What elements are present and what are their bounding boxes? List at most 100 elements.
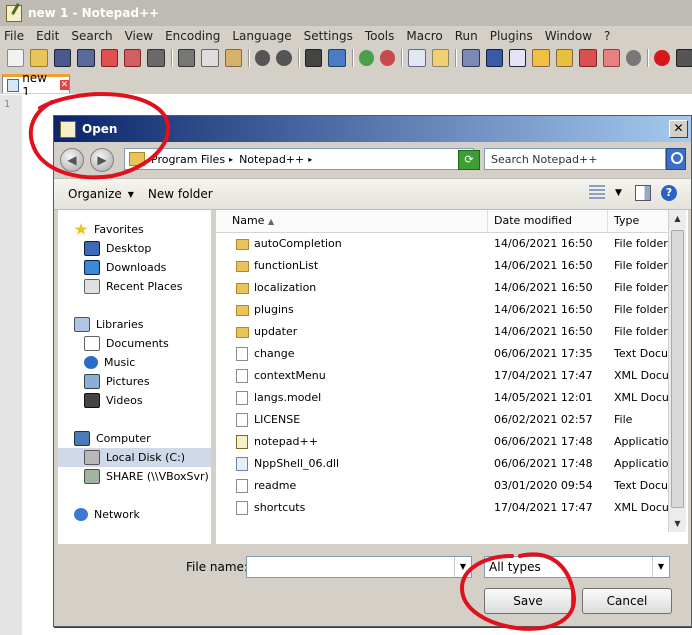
forward-arrow-icon[interactable]: ▶ — [90, 148, 114, 172]
scrollbar-thumb[interactable] — [671, 230, 684, 508]
doc-map-icon[interactable] — [532, 49, 550, 67]
menu-run[interactable]: Run — [451, 29, 482, 43]
menu-plugins[interactable]: Plugins — [486, 29, 537, 43]
menu-encoding[interactable]: Encoding — [161, 29, 224, 43]
word-wrap-icon[interactable] — [462, 49, 480, 67]
nav-documents[interactable]: Documents — [58, 334, 214, 353]
new-folder-button[interactable]: New folder — [148, 187, 213, 201]
table-row[interactable]: autoCompletion 14/06/2021 16:50 File fol… — [216, 233, 668, 255]
nav-network[interactable]: Network — [58, 505, 214, 524]
function-list-icon[interactable] — [555, 49, 574, 67]
menu-help[interactable]: ? — [600, 29, 614, 43]
dialog-close-button[interactable]: ✕ — [669, 120, 688, 138]
nav-recent-places[interactable]: Recent Places — [58, 277, 214, 296]
help-icon[interactable]: ? — [661, 185, 677, 201]
change-view-icon[interactable] — [589, 185, 605, 201]
nav-computer[interactable]: Computer — [58, 429, 214, 448]
nav-desktop[interactable]: Desktop — [58, 239, 214, 258]
sync-vertical-icon[interactable] — [408, 49, 426, 67]
menu-view[interactable]: View — [121, 29, 157, 43]
table-row[interactable]: notepad++ 06/06/2021 17:48 Application — [216, 431, 675, 453]
nav-music[interactable]: Music — [58, 353, 214, 372]
folder-workspace-icon[interactable] — [579, 49, 597, 67]
table-row[interactable]: readme 03/01/2020 09:54 Text Docume — [216, 475, 684, 497]
new-file-icon[interactable] — [7, 49, 25, 67]
pane-divider[interactable] — [211, 210, 215, 544]
file-type-select[interactable]: All types ▼ — [484, 556, 670, 578]
back-arrow-icon[interactable]: ◀ — [60, 148, 84, 172]
menu-window[interactable]: Window — [541, 29, 596, 43]
file-name-field[interactable]: ▼ — [246, 556, 472, 578]
search-icon[interactable] — [666, 148, 686, 170]
menu-search[interactable]: Search — [67, 29, 116, 43]
nav-videos[interactable]: Videos — [58, 391, 214, 410]
chevron-right-icon[interactable]: ▸ — [308, 155, 312, 164]
nav-downloads[interactable]: Downloads — [58, 258, 214, 277]
column-name[interactable]: Name ▲ — [216, 210, 488, 232]
search-input[interactable]: Search Notepad++ — [484, 148, 666, 170]
breadcrumb-program-files[interactable]: Program Files — [151, 153, 225, 166]
save-icon[interactable] — [53, 49, 72, 67]
sync-horizontal-icon[interactable] — [431, 49, 450, 67]
table-row[interactable]: updater 14/06/2021 16:50 File folder — [216, 321, 668, 343]
stop-macro-icon[interactable] — [675, 49, 692, 67]
close-all-icon[interactable] — [124, 49, 142, 67]
save-all-icon[interactable] — [77, 49, 95, 67]
paste-icon[interactable] — [224, 49, 243, 67]
monitoring-icon[interactable] — [602, 49, 620, 67]
tab-new-1[interactable]: new 1 ✕ — [2, 71, 70, 99]
nav-local-disk[interactable]: Local Disk (C:) — [58, 448, 214, 467]
chevron-down-icon[interactable]: ▼ — [128, 190, 134, 199]
find-icon[interactable] — [304, 49, 323, 67]
replace-icon[interactable] — [328, 49, 346, 67]
scroll-down-icon[interactable]: ▼ — [669, 515, 686, 532]
table-row[interactable]: langs.model 14/05/2021 12:01 XML Docume — [216, 387, 684, 409]
undo-icon[interactable] — [255, 50, 271, 66]
menu-settings[interactable]: Settings — [300, 29, 357, 43]
chevron-right-icon[interactable]: ▸ — [229, 155, 233, 164]
cancel-button[interactable]: Cancel — [582, 588, 672, 614]
scroll-up-icon[interactable]: ▲ — [669, 210, 686, 227]
nav-favorites[interactable]: Favorites — [58, 220, 214, 239]
save-button[interactable]: Save — [484, 588, 572, 614]
preview-pane-icon[interactable] — [635, 185, 651, 201]
copy-icon[interactable] — [201, 49, 219, 67]
indent-guide-icon[interactable] — [508, 49, 527, 67]
menu-macro[interactable]: Macro — [402, 29, 446, 43]
table-row[interactable]: NppShell_06.dll 06/06/2021 17:48 Applica… — [216, 453, 684, 475]
show-all-chars-icon[interactable] — [485, 49, 503, 67]
print-icon[interactable] — [147, 49, 165, 67]
table-row[interactable]: localization 14/06/2021 16:50 File folde… — [216, 277, 668, 299]
record-macro-icon[interactable] — [654, 50, 670, 66]
address-bar[interactable]: Program Files ▸ Notepad++ ▸ ▼ — [124, 148, 474, 170]
zoom-out-icon[interactable] — [379, 50, 396, 66]
table-row[interactable]: functionList 14/06/2021 16:50 File folde… — [216, 255, 668, 277]
chevron-down-icon[interactable]: ▼ — [454, 557, 471, 577]
tab-close-icon[interactable]: ✕ — [59, 80, 69, 90]
chevron-down-icon[interactable]: ▼ — [652, 557, 669, 577]
nav-pictures[interactable]: Pictures — [58, 372, 214, 391]
zoom-in-icon[interactable] — [358, 50, 374, 66]
nav-libraries[interactable]: Libraries — [58, 315, 214, 334]
organize-button[interactable]: Organize — [68, 187, 122, 201]
menu-file[interactable]: File — [0, 29, 28, 43]
menu-language[interactable]: Language — [228, 29, 295, 43]
table-row[interactable]: shortcuts 17/04/2021 17:47 XML Docume — [216, 497, 684, 519]
column-date-modified[interactable]: Date modified — [488, 210, 608, 232]
table-row[interactable]: change 06/06/2021 17:35 Text Docume — [216, 343, 684, 365]
table-row[interactable]: LICENSE 06/02/2021 02:57 File — [216, 409, 668, 431]
vertical-scrollbar[interactable]: ▲ ▼ — [668, 210, 686, 532]
table-row[interactable]: contextMenu 17/04/2021 17:47 XML Docume — [216, 365, 684, 387]
open-file-icon[interactable] — [30, 49, 48, 67]
close-file-icon[interactable] — [100, 49, 119, 67]
refresh-icon[interactable]: ⟳ — [458, 150, 480, 170]
macro-icon[interactable] — [625, 50, 642, 66]
menu-edit[interactable]: Edit — [32, 29, 63, 43]
table-row[interactable]: plugins 14/06/2021 16:50 File folder — [216, 299, 668, 321]
redo-icon[interactable] — [276, 50, 292, 66]
nav-share[interactable]: SHARE (\\VBoxSvr) (Z — [58, 467, 214, 486]
breadcrumb-notepad-plus-plus[interactable]: Notepad++ — [239, 153, 304, 166]
chevron-down-icon[interactable]: ▼ — [615, 185, 625, 201]
cut-icon[interactable] — [177, 49, 196, 67]
menu-tools[interactable]: Tools — [361, 29, 399, 43]
